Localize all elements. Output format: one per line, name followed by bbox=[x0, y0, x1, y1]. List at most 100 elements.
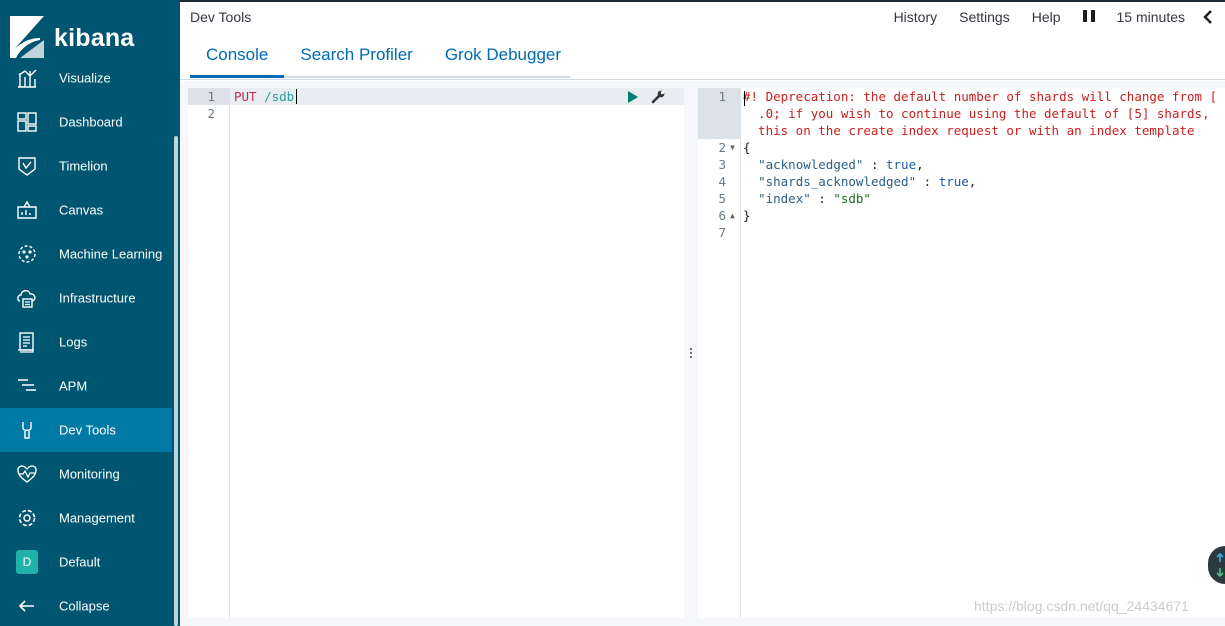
request-path: /sdb bbox=[256, 89, 295, 104]
sidebar-item-infrastructure[interactable]: Infrastructure bbox=[0, 276, 172, 320]
json-key: "shards_acknowledged" bbox=[758, 174, 917, 189]
sidebar-item-label: Logs bbox=[59, 334, 88, 350]
json-value: true bbox=[886, 157, 917, 172]
sidebar-item-apm[interactable]: APM bbox=[0, 364, 172, 408]
top-menu: History Settings Help 15 minutes bbox=[872, 0, 1225, 34]
space-badge-letter: D bbox=[16, 550, 38, 574]
json-sep: : bbox=[863, 157, 886, 172]
kibana-logo-icon bbox=[10, 16, 44, 58]
pane-resizer[interactable] bbox=[689, 348, 693, 362]
sidebar-item-timelion[interactable]: Timelion bbox=[0, 144, 172, 188]
help-link[interactable]: Help bbox=[1032, 9, 1061, 25]
json-sep: : bbox=[810, 191, 834, 206]
timelion-icon bbox=[16, 155, 38, 177]
up-down-arrows-icon bbox=[1216, 552, 1224, 578]
canvas-icon bbox=[16, 199, 38, 221]
json-comma: , bbox=[916, 157, 924, 172]
request-line[interactable]: PUT /sdb bbox=[234, 88, 294, 105]
sidebar-item-management[interactable]: Management bbox=[0, 496, 172, 540]
watermark: https://blog.csdn.net/qq_24434671 bbox=[974, 598, 1189, 614]
sidebar-item-label: Monitoring bbox=[59, 466, 120, 482]
line-number: 1 bbox=[207, 89, 215, 104]
json-field: "acknowledged" : true, bbox=[743, 156, 924, 173]
line-number: 3 bbox=[718, 157, 726, 172]
machine-learning-icon bbox=[16, 243, 38, 265]
header: Dev Tools History Settings Help 15 minut… bbox=[180, 0, 1225, 80]
response-gutter: 1 2 ▼ 3 4 5 6 ▲ 7 bbox=[698, 88, 741, 618]
request-editor[interactable]: 1 2 PUT /sdb bbox=[188, 88, 684, 618]
play-icon[interactable] bbox=[628, 91, 638, 103]
sidebar-item-default[interactable]: D Default bbox=[0, 540, 172, 584]
json-sep: : bbox=[916, 174, 939, 189]
sidebar-item-label: Timelion bbox=[59, 158, 108, 174]
json-open-brace: { bbox=[743, 140, 751, 155]
active-line bbox=[230, 88, 684, 105]
json-value: true bbox=[938, 174, 969, 189]
brand[interactable]: kibana bbox=[0, 0, 180, 62]
json-field: "shards_acknowledged" : true, bbox=[743, 173, 976, 190]
sidebar-item-monitoring[interactable]: Monitoring bbox=[0, 452, 172, 496]
sidebar-item-dashboard[interactable]: Dashboard bbox=[0, 100, 172, 144]
sidebar-item-machine-learning[interactable]: Machine Learning bbox=[0, 232, 172, 276]
sidebar-item-visualize[interactable]: Visualize bbox=[0, 56, 172, 100]
tabs: Console Search Profiler Grok Debugger bbox=[190, 40, 577, 78]
monitoring-icon bbox=[16, 463, 38, 485]
sidebar-item-logs[interactable]: Logs bbox=[0, 320, 172, 364]
sidebar-item-label: APM bbox=[59, 378, 88, 394]
tab-grok-debugger[interactable]: Grok Debugger bbox=[429, 40, 577, 78]
sidebar-item-label: Dev Tools bbox=[59, 422, 116, 438]
json-key: "acknowledged" bbox=[758, 157, 864, 172]
line-number: 2 bbox=[718, 140, 726, 155]
dashboard-icon bbox=[16, 111, 38, 133]
breadcrumb: Dev Tools bbox=[190, 9, 252, 25]
collapse-arrow-icon bbox=[16, 595, 38, 617]
pause-icon[interactable] bbox=[1082, 10, 1095, 24]
sidebar-item-label: Visualize bbox=[59, 70, 111, 86]
sidebar-item-label: Dashboard bbox=[59, 114, 123, 130]
response-editor[interactable]: 1 2 ▼ 3 4 5 6 ▲ 7 #! Deprecation: the de… bbox=[698, 88, 1225, 618]
json-comma: , bbox=[968, 174, 977, 189]
top-strip bbox=[180, 0, 1225, 2]
sidebar-item-dev-tools[interactable]: Dev Tools bbox=[0, 408, 172, 452]
kibana-app: kibana Visualize Dashboard Timelion Canvas M… bbox=[0, 0, 1225, 626]
line-number: 5 bbox=[718, 191, 726, 206]
settings-link[interactable]: Settings bbox=[959, 9, 1010, 25]
infrastructure-icon bbox=[16, 287, 38, 309]
json-field: "index" : "sdb" bbox=[743, 190, 871, 207]
sidebar-item-label: Machine Learning bbox=[59, 246, 163, 262]
sidebar-item-label: Default bbox=[59, 554, 101, 570]
side-nav: kibana Visualize Dashboard Timelion Canvas M… bbox=[0, 0, 180, 626]
fold-down-icon[interactable]: ▼ bbox=[730, 143, 735, 152]
sidebar-item-label: Management bbox=[59, 510, 135, 526]
line-number: 7 bbox=[718, 225, 726, 240]
sidebar-item-label: Canvas bbox=[59, 202, 104, 218]
tab-search-profiler[interactable]: Search Profiler bbox=[284, 40, 428, 78]
sidebar-item-canvas[interactable]: Canvas bbox=[0, 188, 172, 232]
nav-list: Visualize Dashboard Timelion Canvas Machine … bbox=[0, 56, 172, 626]
dev-tools-icon bbox=[16, 419, 38, 441]
sidebar-item-collapse[interactable]: Collapse bbox=[0, 584, 172, 626]
line-number: 6 bbox=[718, 208, 726, 223]
logs-icon bbox=[16, 331, 38, 353]
brand-name: kibana bbox=[54, 24, 135, 52]
line-number: 2 bbox=[207, 106, 215, 121]
sidebar-scrollbar[interactable] bbox=[174, 136, 178, 626]
sidebar-item-label: Collapse bbox=[59, 598, 110, 614]
json-value: "sdb" bbox=[833, 191, 871, 206]
visualize-icon bbox=[16, 67, 38, 89]
json-key: "index" bbox=[758, 191, 811, 206]
time-range[interactable]: 15 minutes bbox=[1117, 9, 1185, 25]
tab-console[interactable]: Console bbox=[190, 40, 285, 78]
deprecation-warning: #! Deprecation: the default number of sh… bbox=[743, 89, 1218, 104]
space-badge: D bbox=[16, 550, 38, 574]
request-gutter: 1 2 bbox=[188, 88, 230, 618]
line-number: 1 bbox=[718, 89, 726, 104]
management-icon bbox=[16, 507, 38, 529]
fold-up-icon[interactable]: ▲ bbox=[730, 211, 735, 220]
wrench-icon[interactable] bbox=[651, 90, 665, 104]
request-method: PUT bbox=[234, 89, 257, 104]
chevron-left-icon[interactable] bbox=[1203, 10, 1213, 24]
line-number: 4 bbox=[718, 174, 726, 189]
history-link[interactable]: History bbox=[894, 9, 938, 25]
scroll-helper-button[interactable] bbox=[1208, 546, 1225, 584]
